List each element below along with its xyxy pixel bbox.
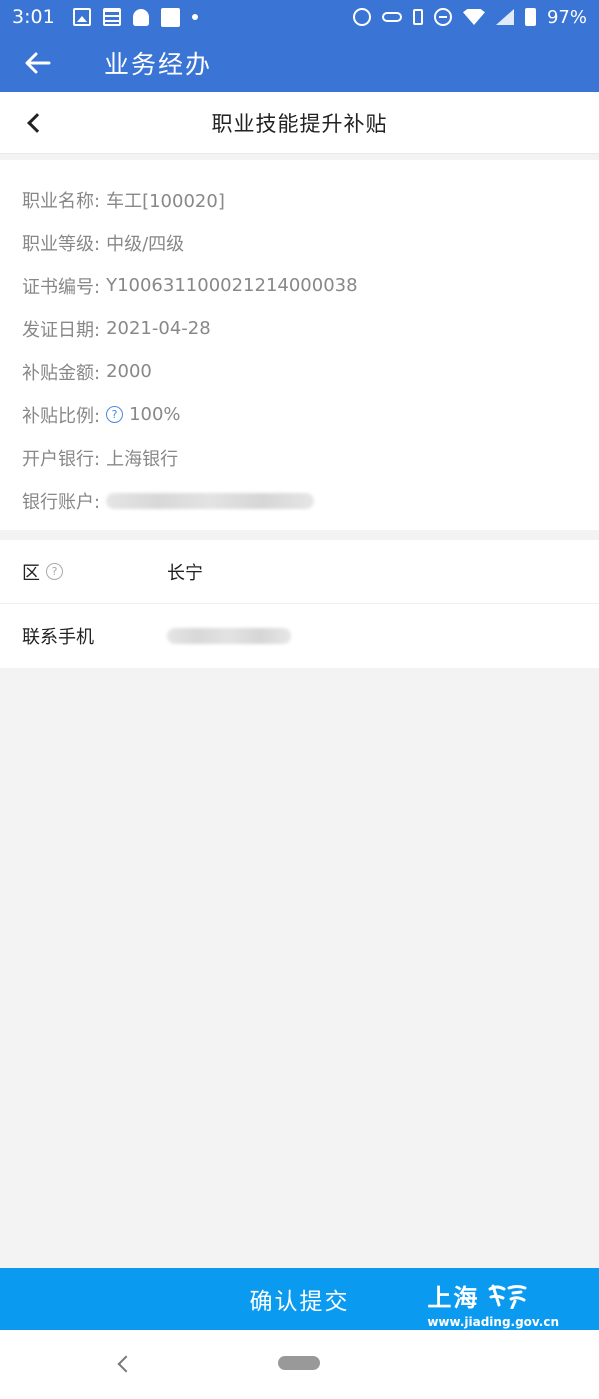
- status-bar: 3:01 97%: [0, 0, 599, 34]
- info-value: 上海银行: [106, 448, 179, 470]
- info-label: 发证日期:: [22, 319, 101, 341]
- system-nav-bar: [0, 1330, 599, 1399]
- redacted-phone-number: [167, 628, 291, 644]
- info-value: Y10063110002121400003​8: [106, 275, 358, 296]
- page-header: 职业技能提升补贴: [0, 92, 599, 154]
- jiading-calligraphy-logo: [488, 1284, 527, 1309]
- info-label: 职业名称:: [22, 190, 101, 212]
- nav-home-pill[interactable]: [278, 1356, 320, 1370]
- qq-notification-icon: [132, 8, 149, 26]
- info-row-occupation: 职业名称: 车工[100020]: [0, 178, 599, 221]
- help-icon[interactable]: ?: [46, 563, 63, 580]
- info-value: 2000: [106, 361, 152, 382]
- district-value: 长宁: [167, 562, 203, 584]
- info-row-issue-date: 发证日期: 2021-04-28: [0, 307, 599, 350]
- info-label: 补贴金额:: [22, 362, 101, 384]
- vpn-key-icon: [381, 12, 402, 22]
- info-row-amount: 补贴金额: 2000: [0, 350, 599, 393]
- page-back-button[interactable]: [18, 106, 50, 140]
- watermark-title: 上海: [427, 1284, 480, 1312]
- info-label: 证书编号:: [22, 276, 101, 298]
- submit-button[interactable]: 确认提交 上海 www.jiading.gov.cn: [0, 1268, 599, 1330]
- info-label: 开户银行:: [22, 448, 101, 470]
- submit-label: 确认提交: [249, 1289, 350, 1315]
- redacted-account-number: [106, 492, 315, 509]
- page-title: 职业技能提升补贴: [211, 111, 388, 136]
- more-notifications-icon: [191, 14, 198, 20]
- app-bar: 业务经办: [0, 34, 599, 92]
- info-label: 补贴比例:: [22, 405, 101, 427]
- info-row-level: 职业等级: 中级/四级: [0, 221, 599, 264]
- help-icon[interactable]: ?: [106, 406, 124, 423]
- info-row-bank: 开户银行: 上海银行: [0, 436, 599, 479]
- jiading-watermark: 上海 www.jiading.gov.cn: [427, 1278, 559, 1329]
- info-value: 车工[100020]: [106, 190, 225, 212]
- nav-back-button[interactable]: [110, 1350, 138, 1378]
- info-label: 银行账户:: [22, 491, 101, 513]
- phone-field[interactable]: 联系手机: [0, 604, 599, 668]
- app-back-button[interactable]: [0, 34, 76, 92]
- image-notification-icon: [72, 8, 91, 26]
- contact-form: 区 ? 长宁 联系手机: [0, 540, 599, 668]
- vibrate-icon: [412, 9, 423, 25]
- chevron-left-icon: [117, 1355, 135, 1373]
- app-title: 业务经办: [104, 50, 213, 79]
- status-time: 3:01: [12, 6, 55, 28]
- phone-label: 联系手机: [22, 627, 94, 648]
- info-row-account: 银行账户:: [0, 479, 599, 522]
- battery-icon: [524, 8, 536, 26]
- watermark-url: www.jiading.gov.cn: [427, 1315, 559, 1329]
- arrow-left-icon: [25, 52, 51, 74]
- chevron-left-icon: [27, 113, 47, 133]
- signal-icon: [495, 9, 514, 25]
- info-row-ratio: 补贴比例: ? 100%: [0, 393, 599, 436]
- alarm-icon: [352, 8, 371, 26]
- info-value: 2021-04-28: [106, 318, 211, 339]
- subsidy-info-card: 职业名称: 车工[100020] 职业等级: 中级/四级 证书编号: Y1006…: [0, 160, 599, 530]
- do-not-disturb-icon: [433, 8, 452, 26]
- info-value: 中级/四级: [106, 233, 185, 255]
- battery-percent: 97%: [546, 6, 587, 28]
- info-value: 100%: [129, 404, 181, 425]
- document-notification-icon: [102, 8, 121, 26]
- district-field[interactable]: 区 ? 长宁: [0, 540, 599, 604]
- info-label: 职业等级:: [22, 233, 101, 255]
- app-notification-icon: [160, 7, 180, 27]
- info-row-certificate: 证书编号: Y10063110002121400003​8: [0, 264, 599, 307]
- wifi-icon: [462, 9, 485, 25]
- district-label: 区: [22, 562, 40, 584]
